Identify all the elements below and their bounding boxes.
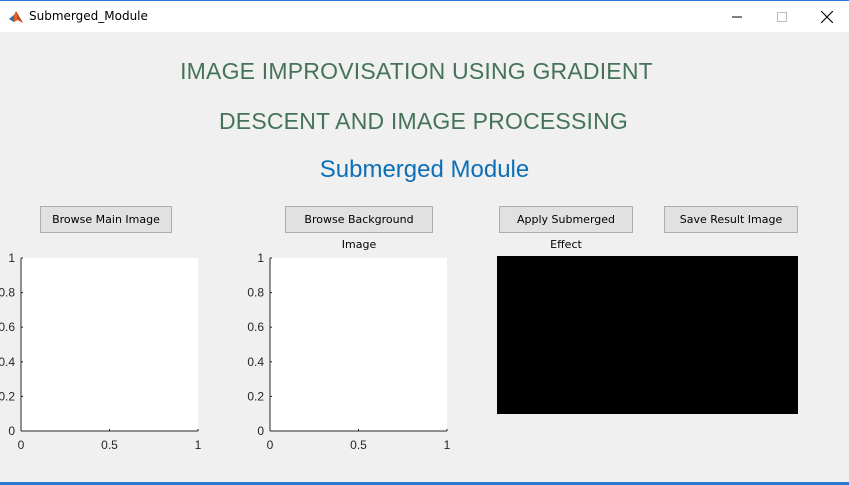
y-tick-label: 0.8	[247, 286, 264, 300]
module-subtitle: Submerged Module	[319, 156, 530, 183]
save-result-image-button[interactable]: Save Result Image	[664, 206, 798, 233]
y-tick-label: 1	[257, 251, 264, 265]
y-tick-label: 0.6	[0, 320, 15, 334]
main-title-line1: IMAGE IMPROVISATION USING GRADIENT	[180, 58, 653, 84]
x-tick-label: 0.5	[101, 438, 118, 452]
y-tick-label: 0.6	[247, 320, 264, 334]
y-tick-label: 0.8	[0, 286, 15, 300]
y-tick-label: 0.2	[0, 389, 15, 403]
main-title-line2: DESCENT AND IMAGE PROCESSING	[218, 108, 629, 134]
x-tick-label: 0	[267, 438, 274, 452]
result-image-display	[497, 256, 798, 414]
window-title: Submerged_Module	[29, 9, 148, 23]
main-image-axes: 0 0.5 1 0 0.2 0.4 0.6 0.8 1	[0, 251, 202, 452]
y-tick-label: 0.2	[247, 389, 264, 403]
axes-plot-area	[21, 258, 198, 431]
browse-main-image-button[interactable]: Browse Main Image	[40, 206, 172, 233]
x-tick-label: 0.5	[350, 438, 367, 452]
x-tick-label: 1	[195, 438, 202, 452]
y-tick-label: 0.4	[0, 355, 15, 369]
y-tick-label: 1	[8, 251, 15, 265]
x-tick-label: 0	[18, 438, 25, 452]
maximize-button[interactable]	[759, 1, 804, 32]
matlab-icon	[8, 9, 24, 25]
y-tick-label: 0	[8, 424, 15, 438]
x-tick-label: 1	[444, 438, 451, 452]
minimize-button[interactable]	[714, 1, 759, 32]
axes-plot-area	[270, 258, 447, 431]
minimize-icon	[731, 16, 742, 17]
title-bar: Submerged_Module	[0, 0, 849, 32]
close-icon	[820, 10, 833, 23]
y-tick-label: 0	[257, 424, 264, 438]
apply-submerged-effect-button[interactable]: Apply Submerged Effect	[499, 206, 633, 251]
close-button[interactable]	[804, 1, 849, 32]
maximize-icon	[776, 11, 787, 22]
browse-background-image-button[interactable]: Browse Background Image	[285, 206, 433, 251]
y-tick-label: 0.4	[247, 355, 264, 369]
background-image-axes: 0 0.5 1 0 0.2 0.4 0.6 0.8 1	[247, 251, 450, 452]
